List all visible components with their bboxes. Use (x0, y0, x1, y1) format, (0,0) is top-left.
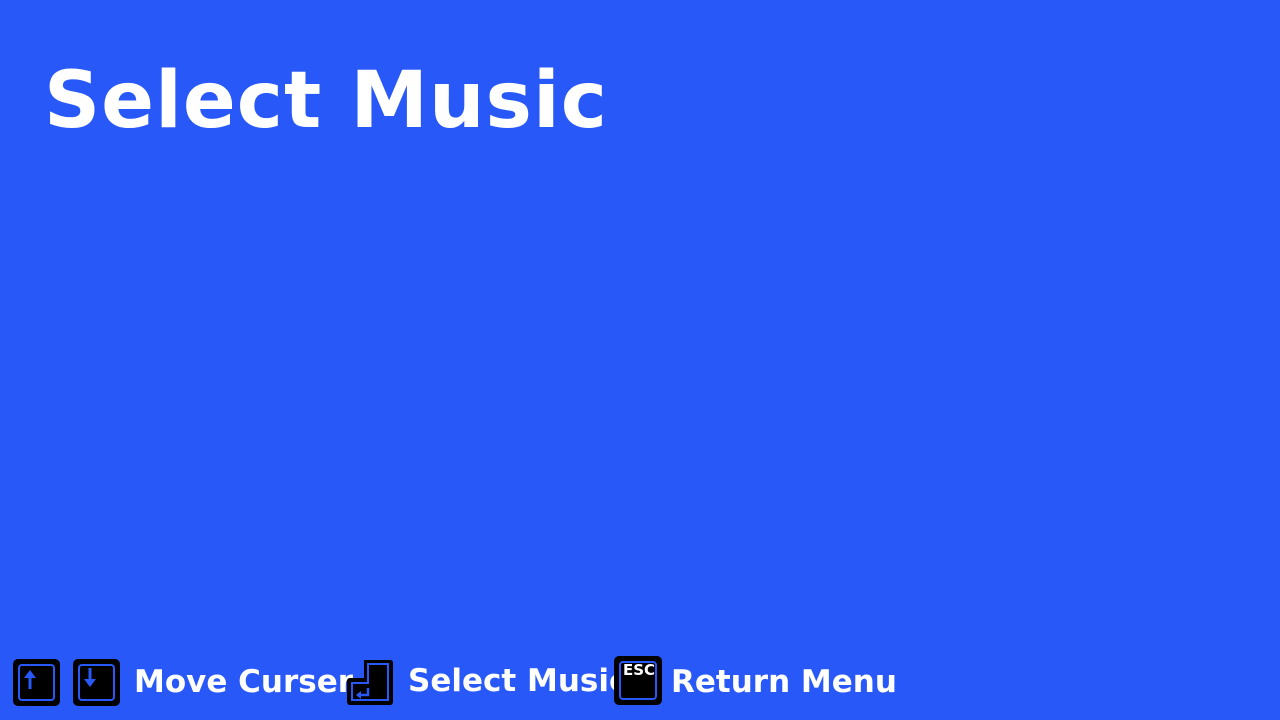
return-menu-hint-label: Return Menu (671, 664, 897, 700)
up-arrow-key-icon (13, 659, 60, 706)
esc-key-text: ESC (623, 661, 656, 679)
select-music-hint-label: Select Music (408, 663, 628, 699)
esc-key-icon: ESC (614, 656, 662, 705)
enter-key-icon (346, 658, 394, 706)
move-cursor-hint-label: Move Curser (134, 664, 354, 700)
down-arrow-key-icon (73, 659, 120, 706)
key-hint-bar: Move Curser Select Music ESC Return Menu (0, 650, 1280, 714)
screen-title: Select Music (44, 56, 608, 146)
